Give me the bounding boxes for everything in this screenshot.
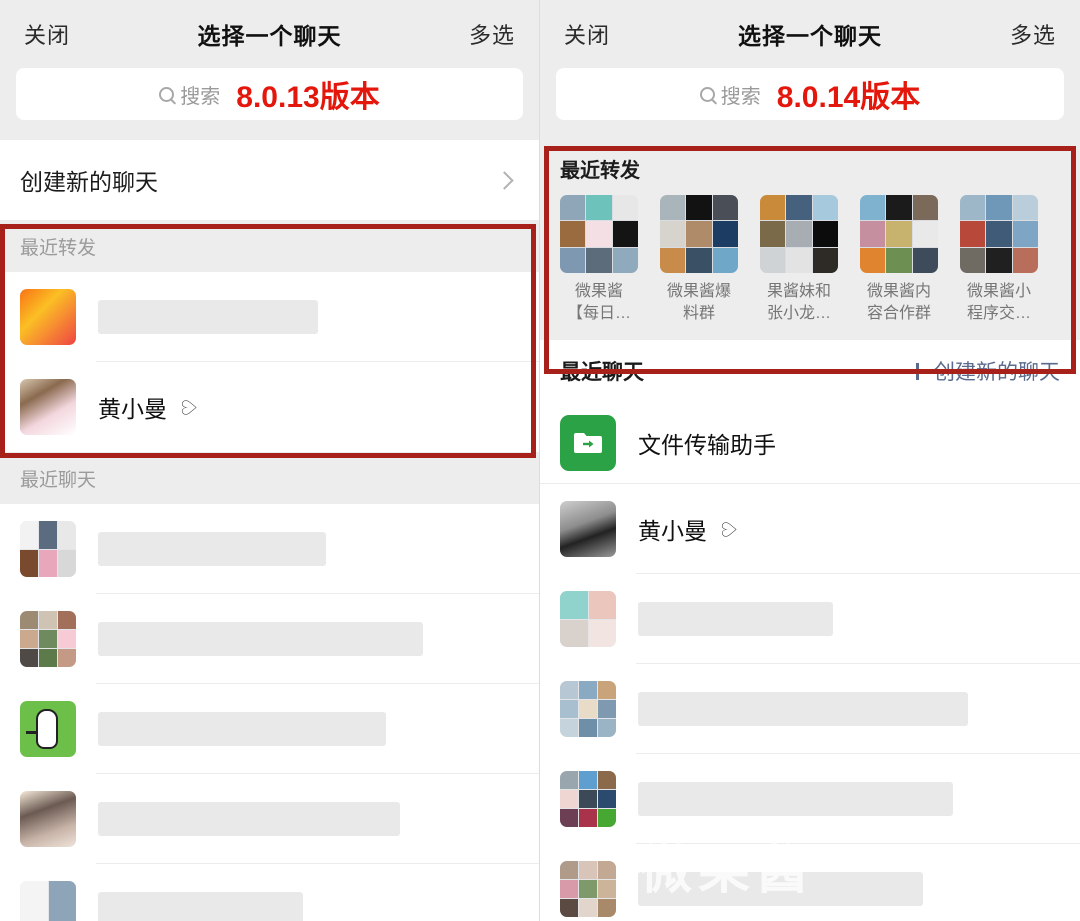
version-badge-left: 8.0.13版本 (236, 81, 380, 114)
list-item[interactable]: 黄小曼 ♡ (0, 362, 539, 452)
avatar (20, 611, 76, 667)
list-item[interactable] (540, 754, 1080, 845)
recent-forward-card[interactable]: 微果酱爆料群 (660, 195, 738, 324)
group-avatar (560, 195, 638, 273)
list-item[interactable] (0, 864, 539, 921)
recent-chats-header-left: 最近聊天 (0, 452, 539, 504)
recent-forward-header-right: 最近转发 (560, 160, 640, 182)
recent-forward-card-strip[interactable]: 微果酱【每日… 微果酱爆料群 果酱妹和张小龙… 微果酱内容合作群 微果酱小程序交… (540, 195, 1080, 324)
recent-forward-card-label: 微果酱小程序交… (966, 283, 1031, 322)
avatar (560, 771, 616, 828)
group-avatar (660, 195, 738, 273)
version-badge-right: 8.0.14版本 (776, 81, 921, 114)
create-new-chat-row[interactable]: 创建新的聊天 (0, 140, 539, 220)
avatar (20, 289, 76, 345)
avatar (560, 681, 616, 738)
recent-forward-card-label: 微果酱内容合作群 (866, 283, 931, 322)
avatar (560, 591, 616, 648)
recent-forward-header-left: 最近转发 (0, 220, 539, 272)
avatar (20, 379, 76, 435)
search-input[interactable]: 搜索 8.0.14版本 (556, 68, 1064, 120)
group-avatar (860, 195, 938, 273)
list-item[interactable] (540, 664, 1080, 755)
search-input[interactable]: 搜索 8.0.13版本 (16, 68, 523, 120)
search-placeholder: 搜索 (720, 85, 761, 108)
recent-forward-section-right: 最近转发 微果酱【每日… 微果酱爆料群 果酱妹和张小龙… 微果酱内容合作群 微果… (540, 140, 1080, 341)
recent-forward-card[interactable]: 微果酱小程序交… (960, 195, 1038, 324)
list-item[interactable]: 文件传输助手 (540, 402, 1080, 485)
page-title: 选择一个聊天 (738, 23, 882, 49)
search-placeholder: 搜索 (180, 85, 221, 108)
redacted-name (638, 692, 968, 727)
comparison-screenshot: 关闭 选择一个聊天 多选 搜索 8.0.13版本 创建新的聊天 最近转发 黄小曼… (0, 0, 1080, 921)
list-item[interactable]: 黄小曼 ♡ (540, 484, 1080, 575)
list-item[interactable] (0, 684, 539, 774)
avatar (560, 861, 616, 918)
create-new-chat-link-label: 创建新的聊天 (934, 361, 1060, 385)
redacted-name (98, 892, 303, 921)
panel-version-8-0-14: 关闭 选择一个聊天 多选 搜索 8.0.14版本 最近转发 微果酱【每日… 微果… (540, 0, 1080, 921)
avatar (20, 521, 76, 577)
file-transfer-icon (560, 415, 616, 472)
redacted-name (98, 712, 386, 746)
create-new-chat-label: 创建新的聊天 (20, 169, 158, 195)
multiselect-button[interactable]: 多选 (1010, 18, 1056, 50)
list-item[interactable] (0, 504, 539, 594)
list-item[interactable] (0, 272, 539, 362)
multiselect-button[interactable]: 多选 (469, 18, 515, 50)
avatar (560, 501, 616, 558)
navbar-right: 关闭 选择一个聊天 多选 (540, 0, 1080, 68)
recent-forward-card[interactable]: 果酱妹和张小龙… (760, 195, 838, 324)
list-item-label: 黄小曼 (98, 396, 167, 422)
redacted-name (638, 782, 953, 817)
list-item[interactable] (540, 844, 1080, 921)
close-button[interactable]: 关闭 (564, 18, 610, 50)
navbar-left: 关闭 选择一个聊天 多选 (0, 0, 539, 68)
heart-icon: ♡ (179, 398, 202, 416)
search-icon (159, 86, 175, 102)
recent-chats-header-row: 最近聊天 创建新的聊天 (540, 340, 1080, 403)
search-icon (699, 86, 715, 102)
chevron-right-icon (495, 170, 514, 190)
recent-forward-card[interactable]: 微果酱内容合作群 (860, 195, 938, 324)
plus-icon (909, 362, 926, 380)
redacted-name (98, 802, 400, 836)
page-title: 选择一个聊天 (197, 23, 342, 49)
recent-forward-card-label: 微果酱爆料群 (666, 283, 731, 322)
list-item-label: 文件传输助手 (638, 432, 776, 459)
redacted-name (98, 622, 423, 656)
recent-forward-card-label: 果酱妹和张小龙… (766, 283, 831, 322)
redacted-name (98, 300, 318, 334)
list-item-label: 黄小曼 (638, 518, 707, 545)
recent-chats-header-right: 最近聊天 (560, 361, 644, 385)
list-item[interactable] (540, 574, 1080, 665)
redacted-name (638, 872, 923, 907)
recent-forward-card[interactable]: 微果酱【每日… (560, 195, 638, 324)
search-area-left: 搜索 8.0.13版本 (0, 68, 539, 140)
redacted-name (638, 602, 833, 637)
list-item[interactable] (0, 774, 539, 864)
avatar (20, 791, 76, 847)
heart-icon: ♡ (719, 520, 742, 539)
group-avatar (760, 195, 838, 273)
create-new-chat-link[interactable]: 创建新的聊天 (909, 356, 1060, 386)
redacted-name (98, 532, 326, 566)
recent-forward-card-label: 微果酱【每日… (566, 283, 631, 322)
search-area-right: 搜索 8.0.14版本 (540, 68, 1080, 140)
close-button[interactable]: 关闭 (24, 18, 70, 50)
folder-arrow-icon (573, 431, 603, 455)
list-item[interactable] (0, 594, 539, 684)
panel-version-8-0-13: 关闭 选择一个聊天 多选 搜索 8.0.13版本 创建新的聊天 最近转发 黄小曼… (0, 0, 540, 921)
avatar (20, 701, 76, 757)
avatar (20, 881, 76, 921)
group-avatar (960, 195, 1038, 273)
